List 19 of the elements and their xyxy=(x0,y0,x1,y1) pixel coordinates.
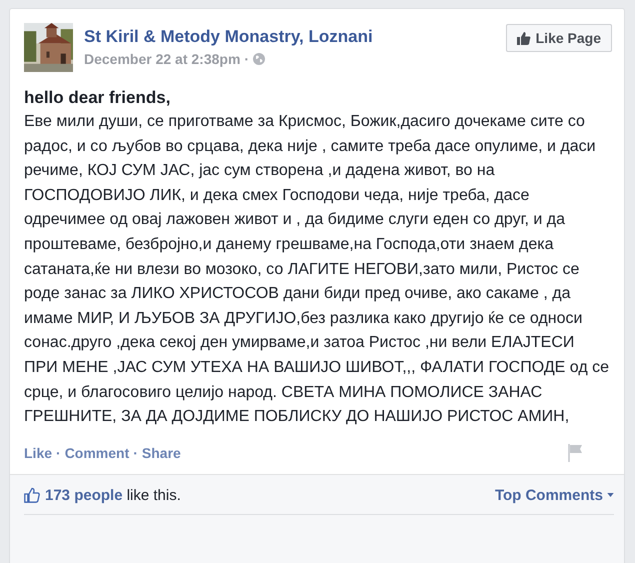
like-page-button[interactable]: Like Page xyxy=(506,24,612,52)
post-text: Еве мили души, се приготваме за Крисмос, Божик,дасиго дочекаме сите со радос, и со љубов во срцава, дека није , самите треба дасе опулиме, и даси речиме, КОЈ СУМ ЈАС, јас сум створена ,и дадена живот, во на ГОСПОДОВИЈО ЛИК, и дека смех Господови чеда, није треба, дасе одречимее од овај лажовен живот и , да бидиме слуги еден со друг, и да проштеваме, безбројно,и данему грешваме,на Господа,оти знаем дека сатаната,ќе ни влези во мозоко, со ЛАГИТЕ НЕГОВИ,зато мили, Ристос се роде занас за ЛИКО ХРИСТОСОВ дани биди пред очиве, ако сакаме , да имаме МИР, И ЉУБОВ ЗА ДРУГИЈО,без разлика како другијо ќе се односи сонас.друго ,дека секој ден умирваме,и затоа Ристос ,ни вели ЕЛАЈТЕСИ ПРИ МЕНЕ ,ЈАС СУМ УТЕХА НА ВАШИЈО ШИВОТ,,, ФАЛАТИ ГОСПОДЕ од се срце, и благосовиго целијо народ. СВЕТА МИНА ПОМОЛИСЕ ЗАНАС ГРЕШНИТЕ, ЗА ДА ДОЈДИМЕ ПОБЛИСКУ ДО НАШИЈО РИСТОС АМИН, xyxy=(24,112,610,428)
action-link[interactable]: Like xyxy=(24,444,52,461)
separator: · xyxy=(56,444,61,461)
globe-icon xyxy=(253,53,266,65)
separator: · xyxy=(133,444,138,461)
likes-text: 173 people like this. xyxy=(45,486,182,504)
post-date[interactable]: December 22 at 2:38pm xyxy=(84,51,240,67)
top-comments-dropdown[interactable]: Top Comments xyxy=(494,486,614,504)
likes-link[interactable]: 173 people xyxy=(45,486,123,504)
thumbs-up-icon xyxy=(24,487,40,504)
flag-icon[interactable] xyxy=(568,444,584,462)
action-link[interactable]: Comment xyxy=(64,444,130,461)
action-link[interactable]: Share xyxy=(142,444,181,461)
separator: · xyxy=(244,51,250,67)
page-name-link[interactable]: St Kiril & Metody Monastry, Loznani xyxy=(84,27,506,47)
caret-icon xyxy=(607,493,614,498)
post-greeting: hello dear friends, xyxy=(23,87,172,108)
thumbs-up-icon xyxy=(516,31,531,45)
